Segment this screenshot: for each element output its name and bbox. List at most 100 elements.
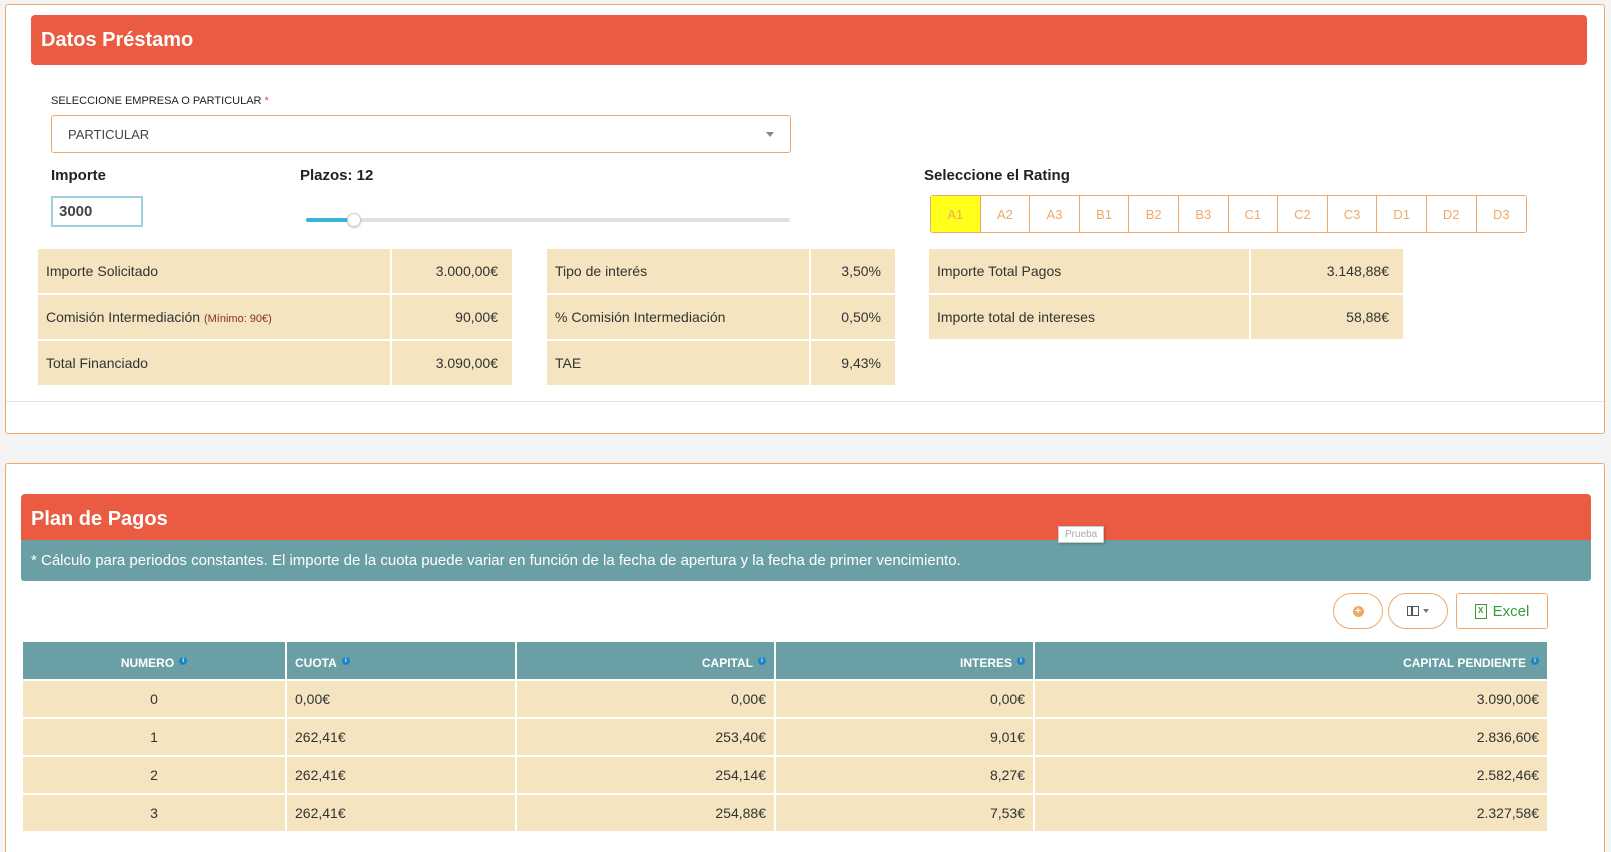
rating-button-c2[interactable]: C2 [1278,196,1328,232]
payment-plan-title: Plan de Pagos [21,494,1591,544]
table-cell: 2 [23,757,285,793]
table-cell: 0,00€ [287,681,515,717]
table-row: 2 262,41€ 254,14€ 8,27€ 2.582,46€ [23,757,1547,793]
summary-label-text: Importe Total Pagos [937,263,1062,279]
importe-label: Importe [51,167,107,184]
rating-button-c3[interactable]: C3 [1327,196,1378,232]
summary-label-text: Comisión Intermediación [46,309,201,325]
payment-plan-panel: Plan de Pagos * Cálculo para periodos co… [5,463,1605,852]
column-header-capital[interactable]: CAPITAL i [517,642,774,679]
summary-value: 3,50% [811,249,895,293]
plazos-slider[interactable] [306,213,790,227]
summary-value: 90,00€ [392,295,512,339]
column-header-numero[interactable]: NUMERO i [23,642,285,679]
loan-panel-title: Datos Préstamo [31,15,1587,65]
required-mark: * [264,95,269,107]
excel-export-button[interactable]: X Excel [1456,593,1548,629]
excel-file-icon: X [1474,603,1487,619]
summary-row: Importe total de intereses 58,88€ [929,295,1403,339]
column-header-cuota[interactable]: CUOTA i [287,642,515,679]
table-row: 1 262,41€ 253,40€ 9,01€ 2.836,60€ [23,719,1547,755]
summary-label: Importe Total Pagos [929,249,1249,293]
rating-button-b1[interactable]: B1 [1079,196,1130,232]
rating-button-d2[interactable]: D2 [1426,196,1477,232]
summary-value: 0,50% [811,295,895,339]
table-cell: 254,88€ [517,795,774,831]
summary-value: 3.090,00€ [392,341,512,385]
column-header-label: CAPITAL PENDIENTE [1403,656,1526,670]
summary-label: Total Financiado [38,341,390,385]
table-cell: 2.582,46€ [1035,757,1547,793]
summary-label: Comisión Intermediación (Mínimo: 90€) [38,295,390,339]
summary-row: Total Financiado 3.090,00€ [38,341,512,385]
summary-value: 3.000,00€ [392,249,512,293]
plazos-label: Plazos: 12 [300,167,374,184]
table-row: 3 262,41€ 254,88€ 7,53€ 2.327,58€ [23,795,1547,831]
table-cell: 1 [23,719,285,755]
payment-plan-table: NUMERO i CUOTA i CAPITAL i INTERES i CAPITAL PEN… [21,640,1549,833]
rating-button-a1[interactable]: A1 [931,196,981,232]
importe-input[interactable] [51,196,143,227]
info-icon[interactable]: i [758,657,766,665]
table-cell: 9,01€ [776,719,1033,755]
plus-circle-icon: + [1352,605,1364,617]
column-header-label: CUOTA [295,656,337,670]
column-header-capital-pendiente[interactable]: CAPITAL PENDIENTE i [1035,642,1547,679]
chevron-down-icon [766,131,774,137]
rating-button-b2[interactable]: B2 [1129,196,1179,232]
payments-summary-table: Importe Total Pagos 3.148,88€ Importe tota… [927,247,1405,341]
column-header-label: NUMERO [120,656,175,670]
summary-label: % Comisión Intermediación [547,295,809,339]
rating-button-d1[interactable]: D1 [1377,196,1427,232]
table-cell: 0,00€ [517,681,774,717]
client-type-value: PARTICULAR [68,126,150,142]
loan-data-panel: Datos Préstamo SELECCIONE EMPRESA O PART… [5,4,1605,434]
rating-button-b3[interactable]: B3 [1178,196,1229,232]
table-cell: 254,14€ [517,757,774,793]
summary-label-text: Importe total de intereses [937,309,1095,325]
interest-summary-table: Tipo de interés 3,50%% Comisión Intermedi… [545,247,897,387]
table-cell: 0 [23,681,285,717]
tooltip: Prueba [1058,526,1105,543]
table-cell: 262,41€ [287,757,515,793]
plazos-slider-handle[interactable] [347,213,362,227]
table-cell: 3.090,00€ [1035,681,1547,717]
summary-row: TAE 9,43% [547,341,895,385]
summary-label-note: (Mínimo: 90€) [203,313,272,325]
rating-selector: A1 A2 A3 B1 B2 B3 C1 C2 C3 D1 D2 D3 [930,195,1528,233]
summary-label-text: Total Financiado [46,355,148,371]
columns-toggle-button[interactable] [1388,593,1448,629]
column-header-label: INTERES [959,656,1012,670]
columns-icon [1407,606,1419,616]
summary-label-text: TAE [555,355,582,371]
client-type-select[interactable]: PARTICULAR [51,115,791,153]
rating-button-c1[interactable]: C1 [1228,196,1279,232]
table-row: 0 0,00€ 0,00€ 0,00€ 3.090,00€ [23,681,1547,717]
info-icon[interactable]: i [341,657,350,665]
summary-label: TAE [547,341,809,385]
info-icon[interactable]: i [179,657,188,665]
table-cell: 0,00€ [776,681,1033,717]
summary-row: Tipo de interés 3,50% [547,249,895,293]
column-header-label: CAPITAL [701,656,753,670]
info-icon[interactable]: i [1017,657,1025,665]
calculation-note: * Cálculo para periodos constantes. El i… [21,540,1591,581]
rating-button-d3[interactable]: D3 [1476,196,1527,232]
table-cell: 2.327,58€ [1035,795,1547,831]
summary-label-text: Tipo de interés [555,263,648,279]
rating-button-a2[interactable]: A2 [980,196,1031,232]
table-header-row: NUMERO i CUOTA i CAPITAL i INTERES i CAPITAL PEN… [23,642,1547,679]
info-icon[interactable]: i [1531,657,1539,665]
add-button[interactable]: + [1333,593,1383,629]
panel-divider [6,401,1604,402]
summary-label-text: Importe Solicitado [46,263,159,279]
summary-label-text: % Comisión Intermediación [555,309,726,325]
summary-row: % Comisión Intermediación 0,50% [547,295,895,339]
summary-value: 9,43% [811,341,895,385]
excel-button-label: Excel [1492,602,1530,620]
rating-button-a3[interactable]: A3 [1030,196,1080,232]
column-header-interes[interactable]: INTERES i [776,642,1033,679]
summary-row: Importe Total Pagos 3.148,88€ [929,249,1403,293]
summary-label: Importe Solicitado [38,249,390,293]
client-type-label: SELECCIONE EMPRESA O PARTICULAR * [51,95,269,107]
